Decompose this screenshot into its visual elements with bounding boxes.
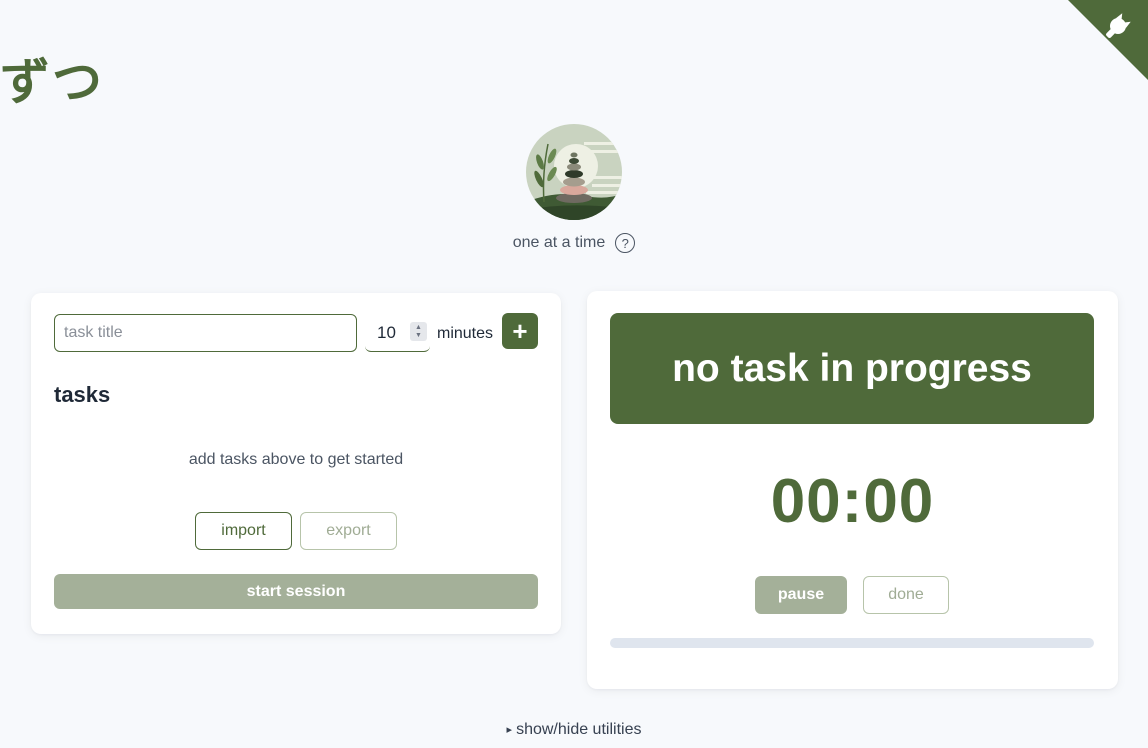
minutes-label: minutes [437,325,494,342]
export-button[interactable]: export [300,512,397,550]
empty-tasks-message: add tasks above to get started [188,451,404,468]
start-session-button[interactable]: start session [54,574,538,609]
minutes-stepper[interactable]: ▲ ▼ [410,322,427,341]
utilities-toggle-label: show/hide utilities [516,721,642,738]
import-button[interactable]: import [195,512,292,550]
tasks-card: 10 ▲ ▼ minutes + tasks add tasks above t… [31,293,561,634]
disclosure-triangle-icon: ▸ [506,724,513,736]
stepper-down-icon[interactable]: ▼ [415,332,422,340]
zen-stones-logo [526,124,622,220]
task-title-input[interactable] [54,314,357,352]
utilities-toggle[interactable]: ▸ show/hide utilities [0,721,1148,739]
current-task-card: no task in progress 00:00 pause done [587,291,1118,689]
progress-bar [610,638,1094,648]
minutes-input[interactable]: 10 ▲ ▼ [365,314,430,352]
add-task-button[interactable]: + [502,313,538,349]
done-button[interactable]: done [863,576,949,614]
timer-display: 00:00 [770,467,935,536]
tasks-heading: tasks [54,382,111,407]
minutes-value: 10 [377,323,396,342]
app-title: ずつ [0,53,104,111]
help-icon[interactable]: ? [615,233,636,253]
tagline: one at a time [512,234,606,251]
current-task-status: no task in progress [610,313,1094,424]
stepper-up-icon[interactable]: ▲ [415,324,422,332]
pause-button[interactable]: pause [755,576,847,614]
tagline-row: one at a time ? [0,233,1148,253]
